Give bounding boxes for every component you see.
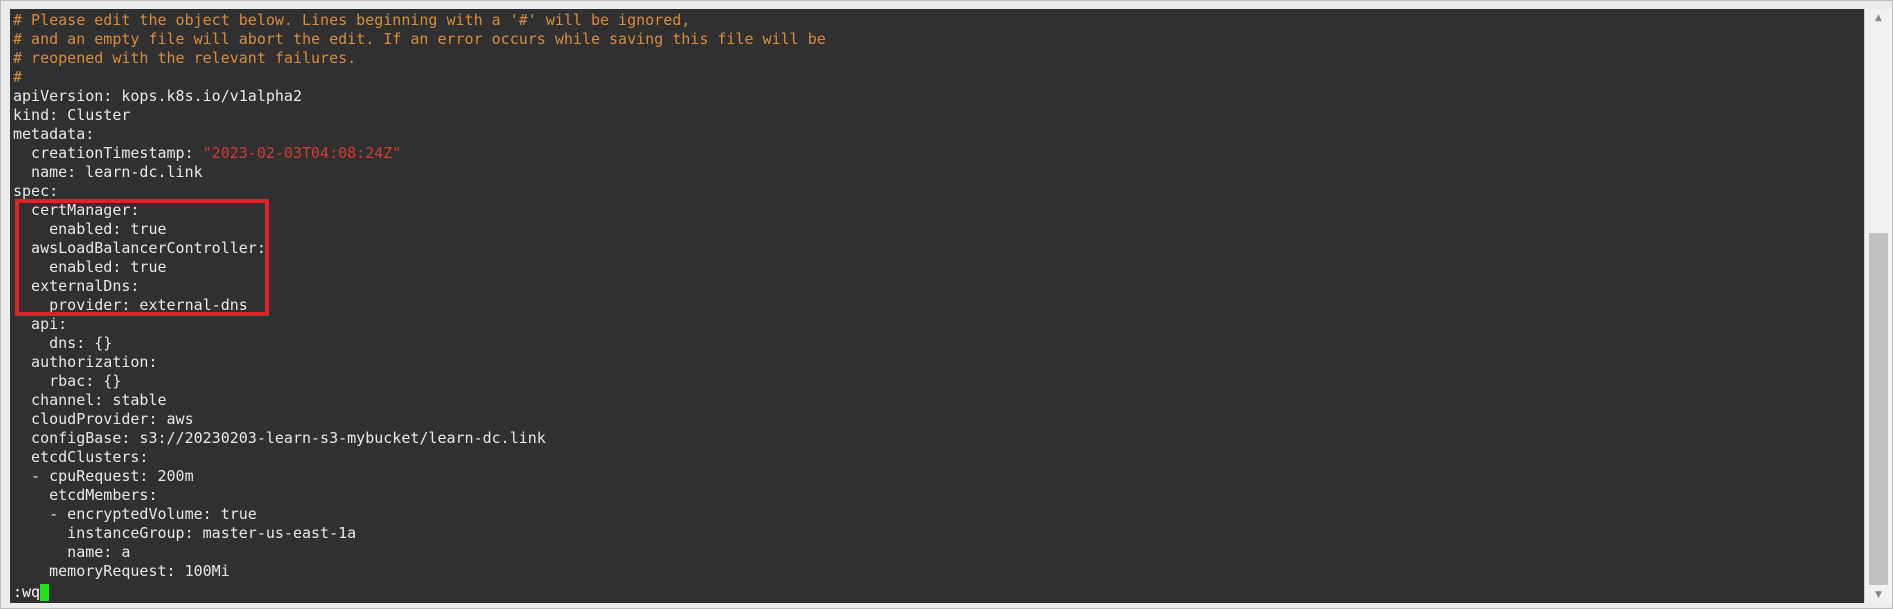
line-text: api: [13, 315, 68, 333]
yaml-line-rbac: rbac: {} [13, 372, 826, 391]
yaml-line-name: name: a [13, 543, 826, 562]
yaml-line-encryptedvolume: - encryptedVolume: true [13, 505, 826, 524]
line-text: authorization: [13, 353, 158, 371]
yaml-line-cpurequest: - cpuRequest: 200m [13, 467, 826, 486]
line-text: channel: stable [13, 391, 167, 409]
line-text: name: a [13, 543, 131, 561]
yaml-line-configbase: configBase: s3://20230203-learn-s3-mybuc… [13, 429, 826, 448]
yaml-line-channel: channel: stable [13, 391, 826, 410]
text-cursor [40, 584, 50, 601]
line-text: - encryptedVolume: true [13, 505, 257, 523]
yaml-line-creationtimestamp: creationTimestamp: "2023-02-03T04:08:24Z… [13, 144, 826, 163]
string-value: "2023-02-03T04:08:24Z" [202, 144, 402, 162]
yaml-line-name: name: learn-dc.link [13, 163, 826, 182]
line-text: cloudProvider: aws [13, 410, 194, 428]
yaml-line-apiversion: apiVersion: kops.k8s.io/v1alpha2 [13, 87, 826, 106]
comment-line: # reopened with the relevant failures. [13, 49, 826, 68]
editor-content[interactable]: # Please edit the object below. Lines be… [13, 11, 826, 581]
yaml-line-metadata: metadata: [13, 125, 826, 144]
yaml-line-dns: dns: {} [13, 334, 826, 353]
vim-command-line[interactable]: :wq [13, 583, 50, 602]
line-text: # and an empty file will abort the edit.… [13, 30, 826, 48]
line-text: # Please edit the object below. Lines be… [13, 11, 691, 29]
vertical-scrollbar[interactable]: ▲ ▼ [1864, 9, 1892, 603]
yaml-line-provider: provider: external-dns [13, 296, 826, 315]
line-text: provider: external-dns [13, 296, 248, 314]
line-text: name: learn-dc.link [13, 163, 203, 181]
scrollbar-thumb[interactable] [1869, 233, 1888, 585]
yaml-line-memoryrequest: memoryRequest: 100Mi [13, 562, 826, 581]
line-text: kind: Cluster [13, 106, 131, 124]
scroll-up-arrow-icon[interactable]: ▲ [1865, 9, 1892, 26]
line-text: memoryRequest: 100Mi [13, 562, 230, 580]
line-text: spec: [13, 182, 59, 200]
line-text: configBase: s3://20230203-learn-s3-mybuc… [13, 429, 546, 447]
yaml-line-enabled: enabled: true [13, 220, 826, 239]
yaml-line-externaldns: externalDns: [13, 277, 826, 296]
line-text: externalDns: [13, 277, 140, 295]
comment-line: # [13, 68, 826, 87]
yaml-line-api: api: [13, 315, 826, 334]
yaml-line-authorization: authorization: [13, 353, 826, 372]
line-text: creationTimestamp: [13, 144, 203, 162]
line-text: dns: {} [13, 334, 113, 352]
yaml-line-spec: spec: [13, 182, 826, 201]
command-text: :wq [13, 583, 41, 601]
line-text: instanceGroup: master-us-east-1a [13, 524, 357, 542]
terminal-window: # Please edit the object below. Lines be… [0, 0, 1893, 609]
yaml-line-enabled: enabled: true [13, 258, 826, 277]
line-text: - cpuRequest: 200m [13, 467, 194, 485]
vim-editor[interactable]: # Please edit the object below. Lines be… [10, 9, 1866, 603]
line-text: awsLoadBalancerController: [13, 239, 266, 257]
line-text: # reopened with the relevant failures. [13, 49, 357, 67]
line-text: enabled: true [13, 258, 167, 276]
yaml-line-certmanager: certManager: [13, 201, 826, 220]
line-text: etcdClusters: [13, 448, 149, 466]
comment-line: # Please edit the object below. Lines be… [13, 11, 826, 30]
scroll-down-arrow-icon[interactable]: ▼ [1865, 586, 1892, 603]
yaml-line-cloudprovider: cloudProvider: aws [13, 410, 826, 429]
comment-line: # and an empty file will abort the edit.… [13, 30, 826, 49]
line-text: etcdMembers: [13, 486, 158, 504]
line-text: rbac: {} [13, 372, 122, 390]
yaml-line-awsloadbalancercontroller: awsLoadBalancerController: [13, 239, 826, 258]
line-text: # [13, 68, 23, 86]
line-text: metadata: [13, 125, 95, 143]
yaml-line-etcdmembers: etcdMembers: [13, 486, 826, 505]
yaml-line-kind: kind: Cluster [13, 106, 826, 125]
yaml-line-instancegroup: instanceGroup: master-us-east-1a [13, 524, 826, 543]
yaml-line-etcdclusters: etcdClusters: [13, 448, 826, 467]
line-text: certManager: [13, 201, 140, 219]
line-text: apiVersion: kops.k8s.io/v1alpha2 [13, 87, 302, 105]
line-text: enabled: true [13, 220, 167, 238]
